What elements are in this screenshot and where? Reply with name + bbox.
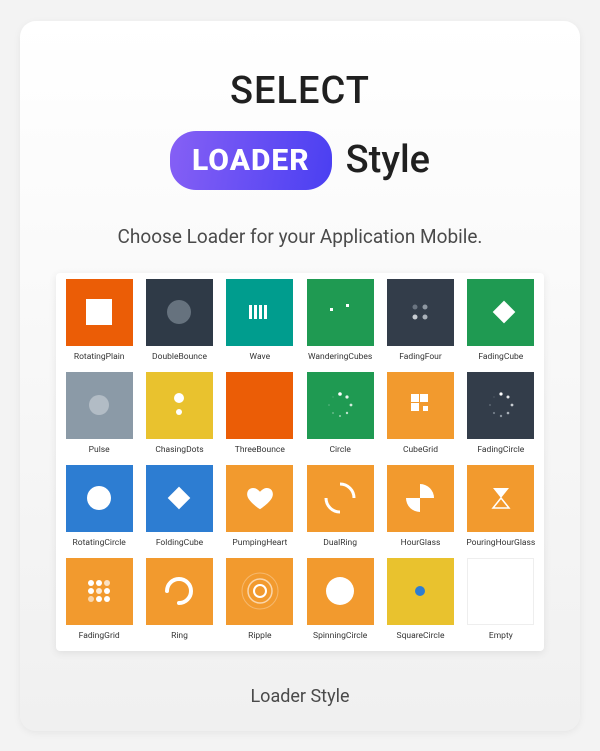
loader-option-rotatingplain[interactable]: RotatingPlain bbox=[60, 277, 138, 368]
loader-option-circle[interactable]: Circle bbox=[301, 370, 379, 461]
loader-option-fadingfour[interactable]: FadingFour bbox=[381, 277, 459, 368]
ring-icon bbox=[146, 558, 213, 625]
subtitle: Choose Loader for your Application Mobil… bbox=[50, 225, 550, 248]
loader-label: Ring bbox=[169, 627, 190, 647]
loader-label: PumpingHeart bbox=[230, 534, 289, 554]
title-select: SELECT bbox=[50, 69, 550, 113]
loader-option-rotatingcircle[interactable]: RotatingCircle bbox=[60, 463, 138, 554]
loader-label: Ripple bbox=[246, 627, 273, 647]
loader-option-ripple[interactable]: Ripple bbox=[221, 556, 299, 647]
loader-label: FadingGrid bbox=[77, 627, 122, 647]
loader-label: WanderingCubes bbox=[306, 348, 374, 368]
hourglass-icon bbox=[387, 465, 454, 532]
loader-label: DoubleBounce bbox=[150, 348, 209, 368]
loader-option-pouringhourglass[interactable]: PouringHourGlass bbox=[462, 463, 540, 554]
loader-label: Empty bbox=[487, 627, 515, 647]
loader-option-cubegrid[interactable]: CubeGrid bbox=[381, 370, 459, 461]
doublebounce-icon bbox=[146, 279, 213, 346]
footer-label: Loader Style bbox=[50, 686, 550, 707]
dualring-icon bbox=[307, 465, 374, 532]
chasingdots-icon bbox=[146, 372, 213, 439]
loader-option-dualring[interactable]: DualRing bbox=[301, 463, 379, 554]
cubegrid-icon bbox=[387, 372, 454, 439]
ripple-icon bbox=[226, 558, 293, 625]
fadingcube-icon bbox=[467, 279, 534, 346]
fadingcircle-icon bbox=[467, 372, 534, 439]
loader-option-doublebounce[interactable]: DoubleBounce bbox=[140, 277, 218, 368]
wave-icon bbox=[226, 279, 293, 346]
loader-option-spinningcircle[interactable]: SpinningCircle bbox=[301, 556, 379, 647]
loader-option-fadinggrid[interactable]: FadingGrid bbox=[60, 556, 138, 647]
pumpingheart-icon bbox=[226, 465, 293, 532]
loader-label: Circle bbox=[327, 441, 352, 461]
circle-icon bbox=[307, 372, 374, 439]
loader-option-wanderingcubes[interactable]: WanderingCubes bbox=[301, 277, 379, 368]
card-container: SELECT LOADER Style Choose Loader for yo… bbox=[20, 21, 580, 731]
loader-label: ChasingDots bbox=[153, 441, 205, 461]
loader-label: Pulse bbox=[87, 441, 112, 461]
title-row: LOADER Style bbox=[50, 131, 550, 190]
loader-label: SquareCircle bbox=[395, 627, 447, 647]
loader-label: ThreeBounce bbox=[233, 441, 287, 461]
fadinggrid-icon bbox=[66, 558, 133, 625]
fadingfour-icon bbox=[387, 279, 454, 346]
loader-label: RotatingPlain bbox=[72, 348, 127, 368]
loader-option-foldingcube[interactable]: FoldingCube bbox=[140, 463, 218, 554]
loader-label: RotatingCircle bbox=[71, 534, 128, 554]
loader-label: FadingFour bbox=[397, 348, 444, 368]
loader-pill: LOADER bbox=[170, 131, 332, 190]
loader-option-squarecircle[interactable]: SquareCircle bbox=[381, 556, 459, 647]
spinningcircle-icon bbox=[307, 558, 374, 625]
threebounce-icon bbox=[226, 372, 293, 439]
pouringhourglass-icon bbox=[467, 465, 534, 532]
loader-label: HourGlass bbox=[399, 534, 443, 554]
loader-option-pulse[interactable]: Pulse bbox=[60, 370, 138, 461]
loader-option-threebounce[interactable]: ThreeBounce bbox=[221, 370, 299, 461]
loader-option-wave[interactable]: Wave bbox=[221, 277, 299, 368]
loader-label: SpinningCircle bbox=[311, 627, 369, 647]
loader-grid: RotatingPlain DoubleBounce Wave bbox=[60, 277, 540, 647]
loader-label: DualRing bbox=[321, 534, 359, 554]
title-style: Style bbox=[346, 138, 430, 182]
loader-option-hourglass[interactable]: HourGlass bbox=[381, 463, 459, 554]
loader-option-fadingcircle[interactable]: FadingCircle bbox=[462, 370, 540, 461]
loader-label: FoldingCube bbox=[154, 534, 205, 554]
loader-label: CubeGrid bbox=[401, 441, 440, 461]
loader-option-pumpingheart[interactable]: PumpingHeart bbox=[221, 463, 299, 554]
loader-option-fadingcube[interactable]: FadingCube bbox=[462, 277, 540, 368]
squarecircle-icon bbox=[387, 558, 454, 625]
loader-label: PouringHourGlass bbox=[464, 534, 537, 554]
empty-icon bbox=[467, 558, 534, 625]
loader-label: FadingCircle bbox=[475, 441, 526, 461]
foldingcube-icon bbox=[146, 465, 213, 532]
rotatingplain-icon bbox=[66, 279, 133, 346]
loader-option-empty[interactable]: Empty bbox=[462, 556, 540, 647]
loader-option-chasingdots[interactable]: ChasingDots bbox=[140, 370, 218, 461]
loader-option-ring[interactable]: Ring bbox=[140, 556, 218, 647]
loader-grid-container: RotatingPlain DoubleBounce Wave bbox=[56, 273, 544, 651]
wanderingcubes-icon bbox=[307, 279, 374, 346]
loader-label: Wave bbox=[248, 348, 273, 368]
loader-label: FadingCube bbox=[476, 348, 525, 368]
pulse-icon bbox=[66, 372, 133, 439]
rotatingcircle-icon bbox=[66, 465, 133, 532]
